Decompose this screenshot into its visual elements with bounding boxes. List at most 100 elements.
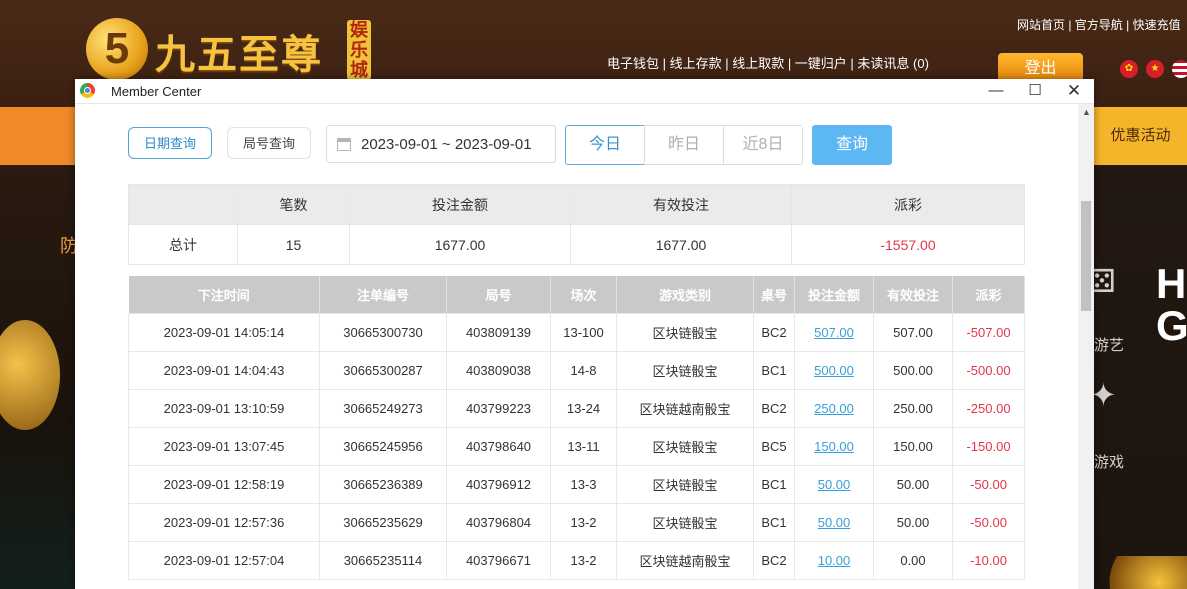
- column-header: 下注时间: [128, 276, 320, 314]
- today-button[interactable]: 今日: [565, 125, 645, 165]
- date-range-picker[interactable]: 2023-09-01 ~ 2023-09-01: [326, 125, 556, 163]
- maximize-button[interactable]: ☐: [1016, 79, 1054, 103]
- bet-time-cell: 2023-09-01 14:05:14: [128, 313, 320, 352]
- bet-id-cell: 30665249273: [319, 389, 447, 428]
- date-range-value: 2023-09-01 ~ 2023-09-01: [361, 136, 532, 153]
- summary-total-row: 总计 15 1677.00 1677.00 -1557.00: [128, 224, 1025, 265]
- table-no-cell: BC1: [753, 351, 795, 390]
- valid-bet-cell: 150.00: [873, 427, 953, 466]
- yesterday-button[interactable]: 昨日: [644, 125, 724, 165]
- us-flag-icon[interactable]: [1172, 60, 1187, 78]
- game-type-cell: 区块链骰宝: [616, 427, 754, 466]
- summary-count: 15: [237, 224, 350, 265]
- session-cell: 14-8: [550, 351, 617, 390]
- payout-cell: -150.00: [952, 427, 1025, 466]
- game-type-cell: 区块链骰宝: [616, 313, 754, 352]
- game-type-cell: 区块链骰宝: [616, 351, 754, 390]
- valid-bet-cell: 50.00: [873, 503, 953, 542]
- session-cell: 13-2: [550, 503, 617, 542]
- query-button[interactable]: 查询: [812, 125, 892, 165]
- table-no-cell: BC1: [753, 503, 795, 542]
- session-cell: 13-3: [550, 465, 617, 504]
- bet-amount-cell[interactable]: 10.00: [794, 541, 874, 580]
- game-type-cell: 区块链越南骰宝: [616, 541, 754, 580]
- table-row: 2023-09-01 12:57:36 30665235629 403796804 1…: [128, 503, 1025, 542]
- table-row: 2023-09-01 12:58:19 30665236389 403796912 1…: [128, 465, 1025, 504]
- game-type-cell: 区块链越南骰宝: [616, 389, 754, 428]
- quick-date-group: 今日 昨日 近8日: [565, 125, 803, 165]
- payout-cell: -500.00: [952, 351, 1025, 390]
- site-wallet-links[interactable]: 电子钱包 | 线上存款 | 线上取款 | 一键归户 | 未读讯息 (0): [607, 53, 929, 72]
- summary-header: [128, 184, 238, 225]
- tab-date-query[interactable]: 日期查询: [128, 127, 212, 159]
- payout-cell: -50.00: [952, 465, 1025, 504]
- bet-id-cell: 30665235114: [319, 541, 447, 580]
- table-row: 2023-09-01 13:07:45 30665245956 403798640 1…: [128, 427, 1025, 466]
- member-center-window: Member Center — ☐ ✕ 日期查询 局号查询 2023-09-01…: [75, 79, 1094, 589]
- minimize-button[interactable]: —: [977, 79, 1015, 103]
- app-icon: [80, 83, 95, 98]
- session-cell: 13-2: [550, 541, 617, 580]
- bet-amount-cell[interactable]: 50.00: [794, 465, 874, 504]
- bet-time-cell: 2023-09-01 12:57:36: [128, 503, 320, 542]
- bet-detail-table: 下注时间 注单编号 局号 场次 游戏类别 桌号 投注金额 有效投注 派彩 202…: [128, 276, 1025, 580]
- window-titlebar[interactable]: Member Center — ☐ ✕: [75, 79, 1094, 104]
- vertical-scrollbar[interactable]: ▲: [1078, 104, 1094, 589]
- scroll-thumb[interactable]: [1081, 201, 1091, 311]
- table-no-cell: BC2: [753, 389, 795, 428]
- table-row: 2023-09-01 14:05:14 30665300730 403809139 1…: [128, 313, 1025, 352]
- side-label-games[interactable]: 游戏: [1094, 451, 1124, 472]
- bet-id-cell: 30665300287: [319, 351, 447, 390]
- column-header: 游戏类别: [616, 276, 754, 314]
- bet-id-cell: 30665245956: [319, 427, 447, 466]
- table-no-cell: BC1: [753, 465, 795, 504]
- table-no-cell: BC2: [753, 313, 795, 352]
- summary-header: 笔数: [237, 184, 350, 225]
- game-icon: ✦: [1090, 377, 1117, 413]
- last-8-days-button[interactable]: 近8日: [723, 125, 803, 165]
- table-row: 2023-09-01 13:10:59 30665249273 403799223 1…: [128, 389, 1025, 428]
- bet-id-cell: 30665300730: [319, 313, 447, 352]
- column-header: 派彩: [952, 276, 1025, 314]
- close-button[interactable]: ✕: [1055, 79, 1093, 103]
- column-header: 局号: [446, 276, 551, 314]
- bet-amount-cell[interactable]: 500.00: [794, 351, 874, 390]
- summary-bet: 1677.00: [349, 224, 571, 265]
- valid-bet-cell: 507.00: [873, 313, 953, 352]
- payout-cell: -250.00: [952, 389, 1025, 428]
- column-header: 投注金额: [794, 276, 874, 314]
- column-header: 场次: [550, 276, 617, 314]
- tab-round-query[interactable]: 局号查询: [227, 127, 311, 159]
- table-row: 2023-09-01 14:04:43 30665300287 403809038 1…: [128, 351, 1025, 390]
- table-no-cell: BC2: [753, 541, 795, 580]
- bet-amount-cell[interactable]: 50.00: [794, 503, 874, 542]
- site-logo-text: 九五至尊: [155, 31, 323, 78]
- column-header: 注单编号: [319, 276, 447, 314]
- bet-time-cell: 2023-09-01 13:10:59: [128, 389, 320, 428]
- valid-bet-cell: 50.00: [873, 465, 953, 504]
- gold-coins-decor: [1094, 556, 1187, 589]
- summary-header: 投注金额: [349, 184, 571, 225]
- summary-payout: -1557.00: [791, 224, 1025, 265]
- site-logo-tag: 娱乐城: [347, 20, 371, 80]
- cn-flag-icon[interactable]: ★: [1146, 60, 1164, 78]
- round-id-cell: 403796671: [446, 541, 551, 580]
- round-id-cell: 403799223: [446, 389, 551, 428]
- bet-amount-cell[interactable]: 507.00: [794, 313, 874, 352]
- nav-promo-link[interactable]: 优惠活动: [1094, 107, 1187, 165]
- session-cell: 13-24: [550, 389, 617, 428]
- bet-amount-cell[interactable]: 150.00: [794, 427, 874, 466]
- payout-cell: -50.00: [952, 503, 1025, 542]
- table-row: 2023-09-01 12:57:04 30665235114 403796671 1…: [128, 541, 1025, 580]
- summary-table: 笔数 投注金额 有效投注 派彩 总计 15 1677.00 1677.00 -1…: [128, 184, 1025, 265]
- bet-amount-cell[interactable]: 250.00: [794, 389, 874, 428]
- summary-valid: 1677.00: [570, 224, 792, 265]
- side-label-arcade[interactable]: 游艺: [1094, 334, 1124, 355]
- bet-id-cell: 30665236389: [319, 465, 447, 504]
- site-logo-badge[interactable]: 5: [86, 18, 148, 80]
- game-type-cell: 区块链骰宝: [616, 465, 754, 504]
- hk-flag-icon[interactable]: ✿: [1120, 60, 1138, 78]
- site-top-links[interactable]: 网站首页 | 官方导航 | 快速充值: [1017, 16, 1181, 33]
- scroll-up-arrow-icon[interactable]: ▲: [1082, 107, 1091, 117]
- round-id-cell: 403796804: [446, 503, 551, 542]
